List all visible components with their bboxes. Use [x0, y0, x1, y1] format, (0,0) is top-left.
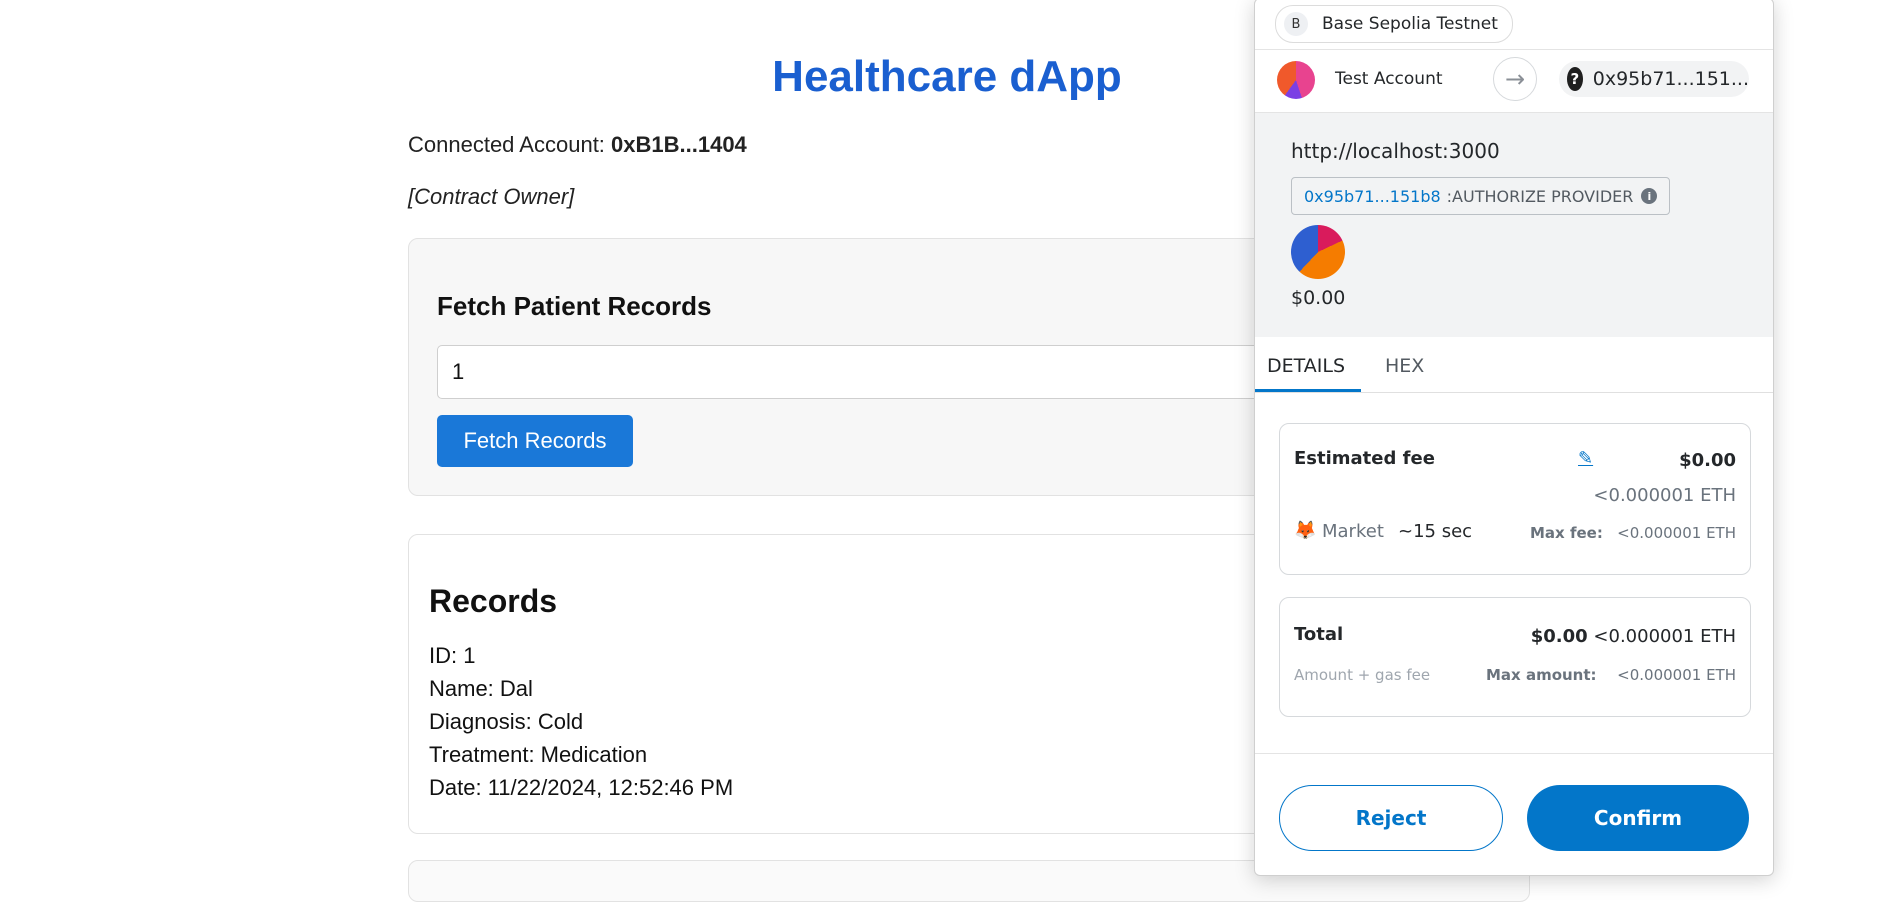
network-selector[interactable]: B Base Sepolia Testnet [1275, 5, 1513, 43]
from-account-name: Test Account [1335, 69, 1443, 89]
contract-address-link[interactable]: 0x95b71...151b8 [1304, 187, 1441, 206]
estimated-fee-fiat: $0.00 [1679, 450, 1736, 471]
fox-icon: 🦊 [1294, 520, 1317, 541]
network-badge-icon: B [1284, 12, 1308, 36]
max-amount-label: Max amount: [1486, 666, 1597, 684]
record-id: ID: 1 [429, 643, 476, 668]
total-fiat: $0.00 [1530, 626, 1588, 647]
role-label: [Contract Owner] [408, 184, 575, 209]
origin-url: http://localhost:3000 [1291, 139, 1500, 163]
transaction-value: $0.00 [1291, 287, 1346, 309]
total-label: Total [1294, 624, 1344, 645]
estimated-fee-eth: <0.000001 ETH [1593, 485, 1736, 506]
arrow-right-icon: → [1493, 57, 1537, 101]
max-fee-label: Max fee: [1530, 524, 1603, 542]
pencil-edit-icon[interactable]: ✎ [1578, 448, 1593, 469]
confirm-button[interactable]: Confirm [1527, 785, 1749, 851]
divider [1255, 49, 1773, 50]
active-tab-indicator [1255, 389, 1361, 392]
max-amount-value: <0.000001 ETH [1617, 666, 1736, 684]
tab-hex[interactable]: HEX [1385, 355, 1424, 377]
connected-account-label: Connected Account: [408, 132, 612, 157]
estimated-fee-box: Estimated fee ✎ $0.00 <0.000001 ETH 🦊 Ma… [1279, 423, 1751, 575]
account-avatar [1277, 61, 1315, 99]
estimated-fee-label: Estimated fee [1294, 448, 1435, 469]
max-fee-value: <0.000001 ETH [1617, 524, 1736, 542]
question-icon: ? [1567, 67, 1583, 91]
token-avatar [1291, 225, 1345, 279]
records-heading: Records [429, 583, 558, 619]
total-sub-label: Amount + gas fee [1294, 666, 1431, 684]
network-name: Base Sepolia Testnet [1322, 14, 1498, 34]
connected-account-line: Connected Account: 0xB1B...1404 [408, 132, 747, 158]
total-amount: $0.00 <0.000001 ETH [1531, 626, 1736, 647]
method-pill: 0x95b71...151b8 : AUTHORIZE PROVIDER i [1291, 177, 1671, 215]
record-diagnosis: Diagnosis: Cold [429, 709, 584, 734]
fee-speed-label[interactable]: Market [1322, 521, 1384, 542]
connected-account-address: 0xB1B...1404 [611, 132, 747, 157]
record-name: Name: Dal [429, 676, 533, 701]
to-address: 0x95b71...151... [1592, 68, 1749, 90]
method-name: AUTHORIZE PROVIDER [1452, 186, 1634, 206]
fetch-records-heading: Fetch Patient Records [437, 291, 712, 321]
record-date: Date: 11/22/2024, 12:52:46 PM [429, 775, 734, 800]
to-address-pill[interactable]: ? 0x95b71...151... [1559, 61, 1749, 97]
divider [1255, 392, 1773, 393]
tabs-bar: DETAILS HEX [1255, 337, 1773, 393]
info-icon[interactable]: i [1641, 188, 1658, 204]
record-treatment: Treatment: Medication [429, 742, 648, 767]
metamask-confirmation-popup: B Base Sepolia Testnet Test Account → ? … [1254, 0, 1774, 876]
request-origin-panel: http://localhost:3000 0x95b71...151b8 : … [1255, 113, 1773, 337]
tab-details[interactable]: DETAILS [1267, 355, 1345, 377]
divider [1255, 753, 1773, 754]
total-box: Total $0.00 <0.000001 ETH Amount + gas f… [1279, 597, 1751, 717]
total-eth: <0.000001 ETH [1593, 626, 1736, 647]
fee-speed-time: ~15 sec [1398, 521, 1473, 542]
reject-button[interactable]: Reject [1279, 785, 1503, 851]
fetch-records-button[interactable]: Fetch Records [437, 415, 633, 467]
